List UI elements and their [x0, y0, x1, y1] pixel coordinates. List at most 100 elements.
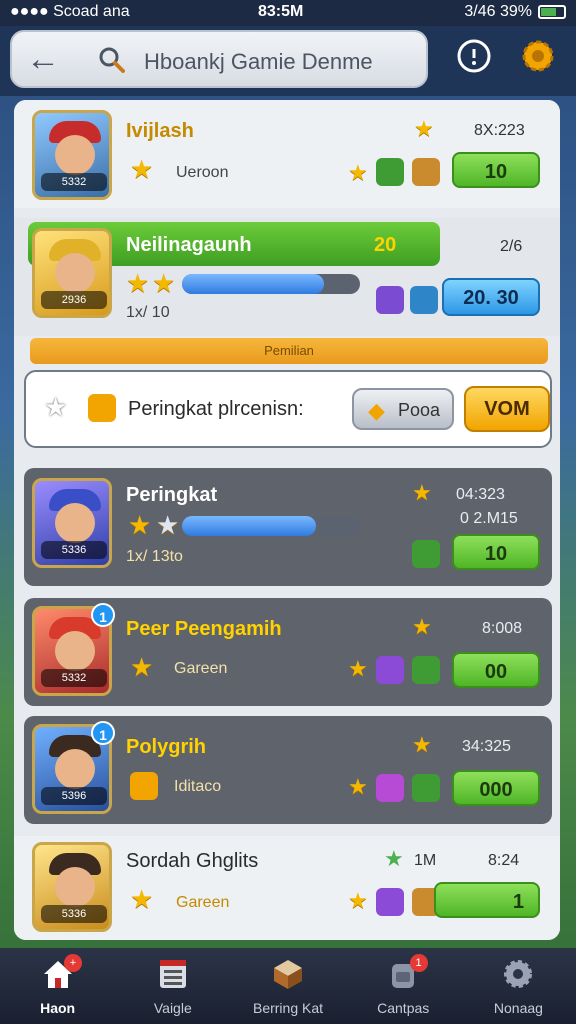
player-name: Sordah Ghglits	[126, 850, 259, 872]
list-item[interactable]: 5336 Peringkat ★ ★ 1x/ 13to ★ 04:323 0 2…	[24, 468, 552, 586]
coin-icon: ◆	[368, 398, 385, 423]
chest-icon	[412, 158, 440, 186]
leaderboard-panel: 5332 Ivijlash ★ Ueroon ★ 8X:223 ★ 10 293…	[14, 100, 560, 940]
info-icon[interactable]	[454, 36, 494, 76]
star-icon: ★	[412, 480, 432, 505]
claim-button[interactable]: 10	[452, 534, 540, 570]
star-icon: ★	[130, 154, 154, 184]
rank-badge: 1	[91, 603, 115, 627]
primary-button[interactable]: VOM	[464, 386, 550, 432]
star-icon: ★	[348, 160, 368, 185]
score-value: 8X:223	[474, 122, 525, 139]
score-value: 8:008	[482, 620, 523, 637]
rank-callout: ★ Peringkat plrcenisn: ◆ Pooa VOM	[24, 370, 552, 448]
face-icon	[55, 631, 95, 671]
face-icon	[55, 867, 95, 907]
star-icon: ★	[126, 268, 150, 298]
map-icon	[412, 656, 440, 684]
list-icon	[159, 960, 186, 988]
carrier-label: ●●●● Scoad ana	[10, 3, 130, 20]
claim-button[interactable]: 00	[452, 652, 540, 688]
back-arrow-icon[interactable]: ←	[26, 40, 60, 79]
notification-badge: 1	[409, 954, 428, 972]
secondary-button[interactable]: ◆ Pooa	[352, 388, 454, 430]
gem-icon	[376, 286, 404, 314]
face-icon	[55, 749, 95, 789]
notification-badge: +	[64, 954, 82, 972]
list-item[interactable]: 5332 1 Peer Peengamih ★ Gareen ★ 8:008 ★…	[24, 598, 552, 706]
dice-icon	[130, 772, 158, 800]
primary-button-label: VOM	[484, 398, 530, 420]
search-input[interactable]: Hboankj Gamie Denme	[144, 49, 373, 75]
player-name: Peer Peengamih	[126, 618, 282, 640]
status-bar: ●●●● Scoad ana 83:5M 3/46 39%	[0, 0, 576, 26]
tab-cantpas[interactable]: 1 Cantpas	[346, 948, 461, 1024]
player-subtitle: Ueroon	[176, 164, 229, 181]
star-icon: ★	[128, 510, 152, 540]
face-icon	[55, 503, 95, 543]
gem-icon	[376, 888, 404, 916]
map-icon	[412, 540, 440, 568]
avatar: 5332	[32, 110, 112, 200]
player-subtitle: Gareen	[176, 894, 230, 911]
claim-button[interactable]: 1	[434, 882, 540, 918]
score-button[interactable]: 20. 30	[442, 278, 540, 316]
progress-fill	[182, 274, 325, 294]
star-icon: ★	[414, 116, 434, 141]
star-icon: ★	[412, 614, 432, 639]
rank-badge: 1	[91, 721, 115, 745]
avatar: 5396 1	[32, 721, 115, 814]
tab-home[interactable]: + Haon	[0, 948, 115, 1024]
status-right: 3/46 39%	[464, 3, 566, 21]
player-subtitle: Gareen	[174, 660, 228, 677]
progress-bar	[182, 274, 360, 294]
list-item[interactable]: 5332 Ivijlash ★ Ueroon ★ 8X:223 ★ 10	[14, 100, 560, 208]
score-secondary: 0 2.M15	[460, 510, 518, 527]
search-bar[interactable]: ← Hboankj Gamie Denme	[10, 30, 428, 88]
map-icon	[412, 774, 440, 802]
score-value: 04:323	[456, 486, 505, 503]
map-icon	[410, 286, 438, 314]
star-outline-icon: ★	[44, 392, 68, 422]
level-badge: 5336	[41, 905, 107, 923]
level-badge: 5332	[41, 173, 107, 191]
list-item[interactable]: 2936 Neilinagaunh 20 2/6 ★ ★ 1x/ 10 20. …	[14, 218, 560, 336]
star-icon: ★	[348, 656, 368, 681]
star-icon: ★	[130, 652, 154, 682]
score-value: 34:325	[462, 738, 511, 755]
tab-vaigle[interactable]: Vaigle	[115, 948, 230, 1024]
face-icon	[55, 253, 95, 293]
claim-button[interactable]: 000	[452, 770, 540, 806]
score-value: 2/6	[500, 238, 523, 255]
list-item[interactable]: 5396 1 Polygrih Iditaco ★ 34:325 ★ 000	[24, 716, 552, 824]
claim-button[interactable]: 10	[452, 152, 540, 188]
gear-icon	[504, 960, 533, 988]
map-icon	[376, 158, 404, 186]
star-icon: ★	[130, 884, 154, 914]
player-subtitle: 1x/ 10	[126, 304, 170, 321]
star-icon: ★	[348, 774, 368, 799]
face-icon	[55, 135, 95, 175]
player-name: Ivijlash	[126, 120, 194, 142]
player-subtitle: 1x/ 13to	[126, 548, 183, 565]
gem-icon	[376, 774, 404, 802]
level-badge: 5332	[41, 669, 107, 687]
progress-fill	[182, 516, 316, 536]
tab-chest[interactable]: Berring Kat	[230, 948, 345, 1024]
mid-value: 1M	[414, 852, 437, 869]
bottom-tab-bar: + Haon Vaigle Berring Kat 1 Cantpas Nona…	[0, 948, 576, 1024]
settings-gear-icon[interactable]	[518, 36, 558, 76]
tab-settings[interactable]: Nonaag	[461, 948, 576, 1024]
medal-icon	[88, 394, 116, 422]
avatar: 2936	[32, 228, 112, 318]
progress-bar	[182, 516, 360, 536]
avatar: 5336	[32, 842, 112, 932]
player-name: Peringkat	[126, 484, 218, 506]
star-icon: ★	[384, 846, 404, 871]
tab-label: Cantpas	[377, 1000, 430, 1016]
tab-label: Berring Kat	[252, 1000, 324, 1016]
level-badge: 5336	[41, 541, 107, 559]
avatar: 5332 1	[32, 603, 115, 696]
tab-label: Nonaag	[493, 1000, 543, 1016]
list-item[interactable]: 5336 Sordah Ghglits ★ Gareen ★ 1M 8:24 ★…	[14, 836, 560, 940]
